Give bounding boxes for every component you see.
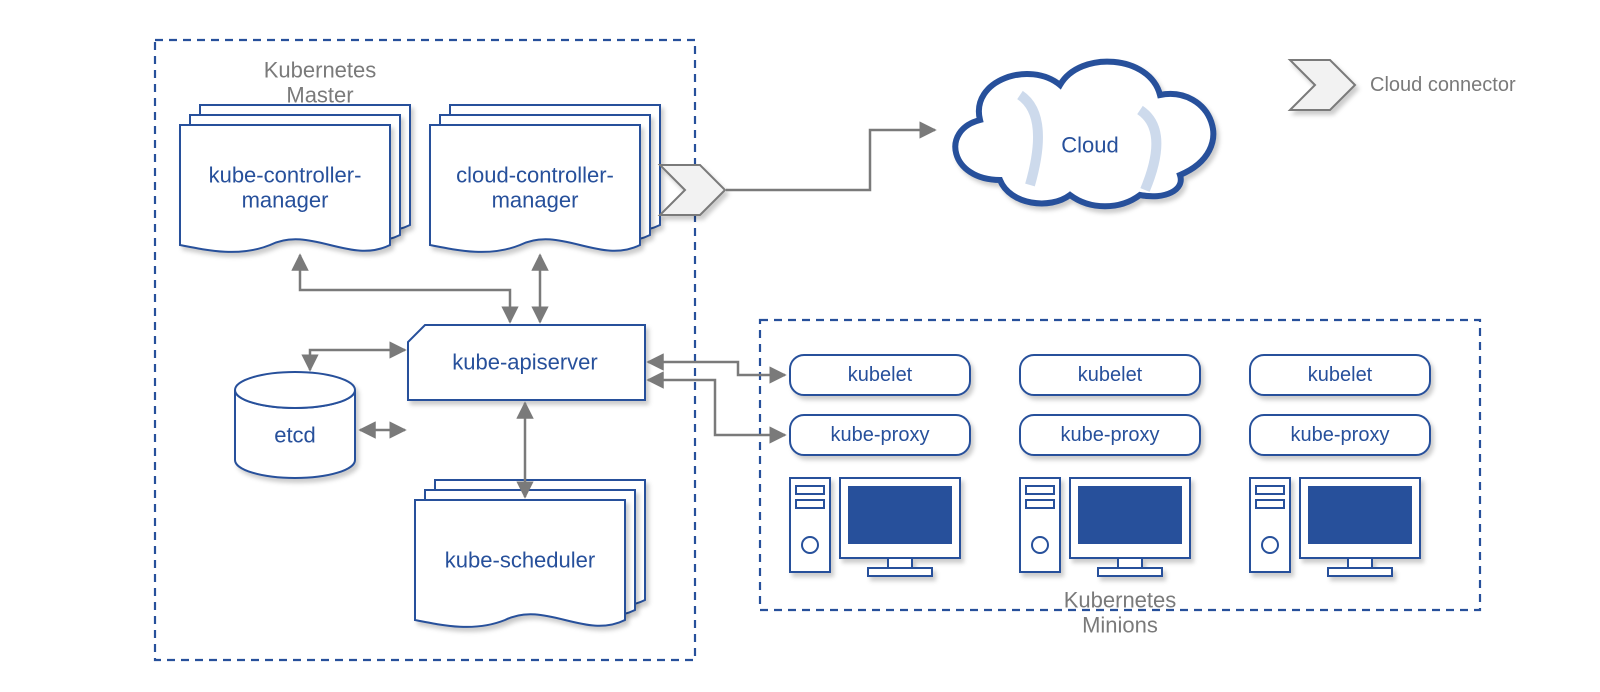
minion-node: kubelet kube-proxy	[790, 355, 970, 576]
api-label: kube-apiserver	[452, 350, 598, 375]
minion-node: kubelet kube-proxy	[1250, 355, 1430, 576]
kcm-line1: kube-controller-	[209, 163, 362, 188]
arrow-kcm-api	[300, 255, 510, 322]
kube-controller-manager: kube-controller- manager	[180, 105, 410, 252]
etcd: etcd	[235, 372, 355, 478]
architecture-diagram: Kubernetes Master kube-controller- manag…	[0, 0, 1600, 692]
cloud-label: Cloud	[1061, 133, 1118, 158]
kubelet-label: kubelet	[1308, 364, 1373, 386]
minions-title-2: Minions	[1082, 613, 1158, 638]
etcd-label: etcd	[274, 423, 316, 448]
ccm-line1: cloud-controller-	[456, 163, 614, 188]
kube-scheduler: kube-scheduler	[415, 480, 645, 627]
cloud-controller-manager: cloud-controller- manager	[430, 105, 660, 252]
kube-proxy-label: kube-proxy	[1061, 424, 1160, 446]
legend: Cloud connector	[1290, 60, 1516, 110]
kubelet-label: kubelet	[1078, 364, 1143, 386]
minion-node: kubelet kube-proxy	[1020, 355, 1200, 576]
arrow-api-proxy	[648, 380, 785, 435]
kube-proxy-label: kube-proxy	[831, 424, 930, 446]
kube-apiserver: kube-apiserver	[408, 325, 645, 400]
sched-label: kube-scheduler	[445, 548, 595, 573]
ccm-line2: manager	[492, 188, 579, 213]
computer-icon	[790, 478, 960, 576]
arrow-ccm-cloud	[726, 130, 935, 190]
kubelet-label: kubelet	[848, 364, 913, 386]
legend-label: Cloud connector	[1370, 74, 1516, 96]
cloud: Cloud	[955, 62, 1213, 207]
kube-proxy-label: kube-proxy	[1291, 424, 1390, 446]
arrow-etcd-api-top	[310, 350, 405, 370]
master-title-1: Kubernetes	[264, 58, 377, 83]
computer-icon	[1020, 478, 1190, 576]
computer-icon	[1250, 478, 1420, 576]
chevron-icon	[1290, 60, 1355, 110]
master-title-2: Master	[286, 83, 353, 108]
minions-title-1: Kubernetes	[1064, 588, 1177, 613]
kcm-line2: manager	[242, 188, 329, 213]
arrow-api-kubelet	[648, 362, 785, 375]
cloud-connector-chevron	[660, 165, 725, 215]
